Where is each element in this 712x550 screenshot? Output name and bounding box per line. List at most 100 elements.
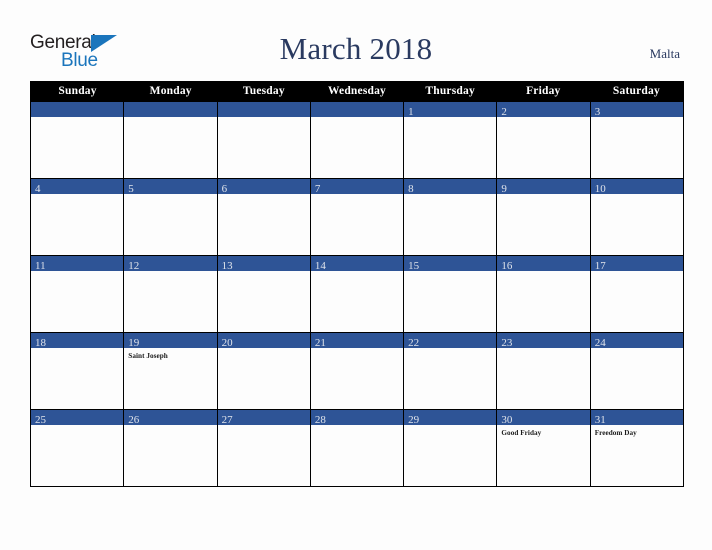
day-number: 13: [221, 260, 233, 272]
day-cell-3[interactable]: 3: [589, 102, 683, 178]
day-number-bar: 20: [217, 333, 310, 349]
day-number: 29: [408, 414, 420, 426]
weekday-header-row: Sunday Monday Tuesday Wednesday Thursday Frid…: [31, 81, 683, 102]
day-number-bar: 6: [217, 179, 310, 195]
calendar-week-row: 11 12 13 14 15 16 17: [31, 255, 683, 332]
weekday-header-monday: Monday: [149, 85, 192, 97]
day-cell-empty[interactable]: [123, 102, 217, 178]
day-number: 8: [408, 183, 414, 195]
day-cell-29[interactable]: 29: [403, 410, 497, 486]
day-cell-empty[interactable]: [309, 102, 404, 178]
day-cell-15[interactable]: 15: [403, 256, 497, 332]
day-cell-31[interactable]: 31 Freedom Day: [589, 410, 683, 486]
day-number-bar: 1: [404, 102, 497, 118]
weekday-header-sunday: Sunday: [58, 85, 97, 97]
event-label: Saint Joseph: [128, 352, 168, 360]
day-number-bar: 4: [31, 179, 124, 195]
day-events: [31, 194, 123, 197]
calendar-week-row: 18 19 Saint Joseph 20 21 22 23 24: [31, 332, 683, 409]
day-number: 14: [314, 260, 326, 272]
day-number: 4: [35, 183, 41, 195]
day-events: [404, 194, 496, 197]
day-number-bar: 21: [310, 333, 404, 349]
weekday-header-friday: Friday: [526, 85, 561, 97]
day-number-bar: 5: [124, 179, 217, 195]
day-number: 18: [35, 337, 46, 349]
day-cell-4[interactable]: 4: [31, 179, 124, 255]
day-number: 20: [221, 337, 233, 349]
day-events: [591, 117, 683, 120]
day-number: 5: [128, 183, 134, 195]
day-number: 17: [594, 260, 606, 272]
day-cell-2[interactable]: 2: [496, 102, 590, 178]
calendar-week-row: 1 2 3: [31, 102, 683, 178]
day-cell-17[interactable]: 17: [589, 256, 683, 332]
day-cell-11[interactable]: 11: [31, 256, 124, 332]
day-cell-22[interactable]: 22: [403, 333, 497, 409]
day-cell-30[interactable]: 30 Good Friday: [496, 410, 590, 486]
day-number: 16: [501, 260, 513, 272]
day-number-bar: 23: [497, 333, 590, 349]
day-cell-19[interactable]: 19 Saint Joseph: [123, 333, 217, 409]
calendar-grid: Sunday Monday Tuesday Wednesday Thursday Frid…: [30, 81, 684, 487]
day-cell-21[interactable]: 21: [309, 333, 404, 409]
day-number-bar: 13: [217, 256, 310, 272]
day-number: 2: [501, 106, 507, 118]
day-cell-empty[interactable]: [31, 102, 124, 178]
day-cell-13[interactable]: 13: [216, 256, 310, 332]
day-number: 15: [408, 260, 420, 272]
day-events: [311, 117, 403, 120]
day-cell-18[interactable]: 18: [31, 333, 124, 409]
day-events: [218, 117, 310, 120]
country-label: Malta: [649, 46, 680, 61]
day-cell-23[interactable]: 23: [496, 333, 590, 409]
day-events: [497, 194, 589, 197]
day-number: 23: [501, 337, 513, 349]
day-number-bar: [31, 102, 124, 117]
day-number: 6: [221, 183, 228, 195]
day-cell-6[interactable]: 6: [216, 179, 310, 255]
day-cell-24[interactable]: 24: [589, 333, 683, 409]
day-number: 10: [594, 183, 606, 195]
day-number-bar: 24: [590, 333, 683, 349]
day-cell-1[interactable]: 1: [403, 102, 497, 178]
day-number-bar: 19: [124, 333, 217, 349]
day-cell-12[interactable]: 12: [123, 256, 217, 332]
day-cell-20[interactable]: 20: [216, 333, 310, 409]
calendar-weeks: 1 2 3 4 5 6 7 8 9 10 11 12 13 14 15 16 17 18 19 Saint Josep…: [31, 102, 683, 486]
day-cell-empty[interactable]: [216, 102, 310, 178]
day-number-bar: 30: [497, 410, 590, 426]
day-number: 11: [35, 260, 46, 272]
day-events: [124, 117, 216, 120]
day-cell-26[interactable]: 26: [123, 410, 217, 486]
day-events: [31, 117, 123, 120]
day-number: 22: [408, 337, 420, 349]
day-cell-10[interactable]: 10: [589, 179, 683, 255]
day-cell-5[interactable]: 5: [123, 179, 217, 255]
day-cell-28[interactable]: 28: [309, 410, 404, 486]
day-number-bar: 11: [31, 256, 124, 272]
day-cell-16[interactable]: 16: [496, 256, 590, 332]
day-number: 9: [501, 183, 507, 195]
day-cell-8[interactable]: 8: [403, 179, 497, 255]
day-number: 31: [594, 414, 606, 426]
weekday-header-wednesday: Wednesday: [327, 85, 387, 97]
day-number-bar: 7: [310, 179, 404, 195]
day-number-bar: 31: [590, 410, 683, 426]
day-cell-9[interactable]: 9: [496, 179, 590, 255]
day-number-bar: 27: [217, 410, 310, 426]
day-number: 19: [128, 337, 140, 349]
day-cell-25[interactable]: 25: [31, 410, 124, 486]
event-label: Good Friday: [501, 429, 542, 437]
weekday-header-thursday: Thursday: [425, 85, 475, 97]
day-number-bar: 16: [497, 256, 590, 272]
day-number: 30: [501, 414, 513, 426]
day-number: 7: [314, 183, 321, 195]
day-cell-27[interactable]: 27: [216, 410, 310, 486]
calendar-week-row: 25 26 27 28 29 30 Good Friday 31 Freedom Day: [31, 409, 683, 486]
page-header: General Blue March 2018 Malta: [0, 0, 712, 80]
day-number-bar: [124, 102, 217, 117]
day-cell-14[interactable]: 14: [309, 256, 404, 332]
day-number-bar: 15: [404, 256, 497, 272]
day-cell-7[interactable]: 7: [309, 179, 404, 255]
